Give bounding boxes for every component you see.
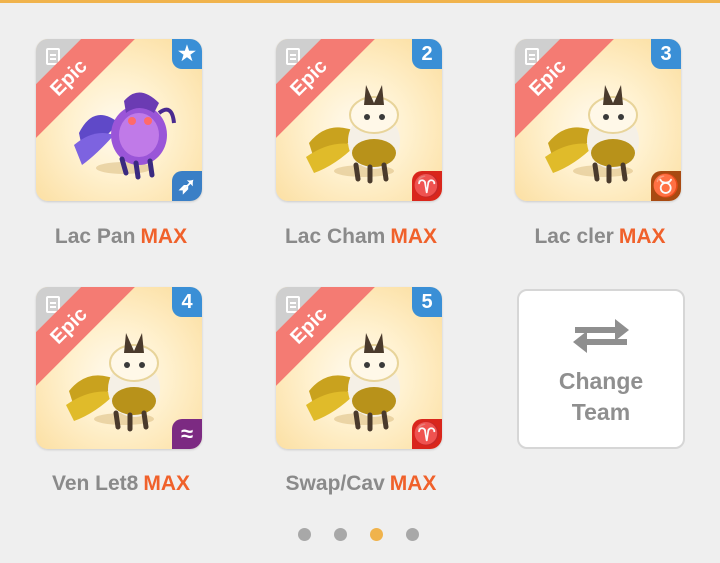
team-slot-card[interactable]: Epic 5 ♈ bbox=[276, 287, 442, 449]
team-slot-card[interactable]: Epic 4 ≈ bbox=[36, 287, 202, 449]
creature-image bbox=[545, 85, 639, 184]
page-dot[interactable] bbox=[334, 528, 347, 541]
slot-number-badge: 5 bbox=[412, 287, 442, 317]
arrow-icon: ➶ bbox=[172, 171, 202, 201]
slot-number-badge: 4 bbox=[172, 287, 202, 317]
page-dot[interactable] bbox=[370, 528, 383, 541]
level-max: MAX bbox=[143, 472, 191, 495]
creature-image bbox=[306, 333, 400, 432]
slot-number-badge: 3 bbox=[651, 39, 681, 69]
creature-image bbox=[74, 92, 176, 180]
aries-icon: ♈ bbox=[412, 171, 442, 201]
card-name-label: Ven Let8 MAX bbox=[11, 472, 231, 496]
team-slot-card[interactable]: Epic 3 ♉ bbox=[515, 39, 681, 201]
top-accent-line bbox=[0, 0, 720, 3]
page-dot[interactable] bbox=[298, 528, 311, 541]
monster-name: Lac Cham bbox=[284, 225, 386, 248]
slot-number-badge: 2 bbox=[412, 39, 442, 69]
monster-name: Ven Let8 bbox=[51, 472, 139, 495]
monster-name: Lac cler bbox=[534, 225, 614, 248]
page-indicator bbox=[298, 528, 428, 542]
monster-name: Swap/Cav bbox=[285, 472, 385, 495]
aquarius-icon: ≈ bbox=[172, 419, 202, 449]
swap-arrows-icon bbox=[573, 319, 629, 353]
aries-icon: ♈ bbox=[412, 419, 442, 449]
level-max: MAX bbox=[389, 472, 437, 495]
card-name-label: Swap/Cav MAX bbox=[251, 472, 471, 496]
team-slot-card[interactable]: Epic ★ ➶ bbox=[36, 39, 202, 201]
creature-image bbox=[66, 333, 160, 432]
creature-image bbox=[306, 85, 400, 184]
taurus-icon: ♉ bbox=[651, 171, 681, 201]
level-max: MAX bbox=[390, 225, 438, 248]
monster-name: Lac Pan bbox=[54, 225, 136, 248]
page-dot[interactable] bbox=[406, 528, 419, 541]
team-slot-card[interactable]: Epic 2 ♈ bbox=[276, 39, 442, 201]
change-team-label: Change Team bbox=[558, 368, 644, 425]
card-name-label: Lac cler MAX bbox=[490, 225, 710, 249]
slot-number-badge: ★ bbox=[172, 39, 202, 69]
card-name-label: Lac Cham MAX bbox=[251, 225, 471, 249]
change-team-button[interactable]: Change Team bbox=[517, 289, 685, 449]
card-name-label: Lac Pan MAX bbox=[11, 225, 231, 249]
level-max: MAX bbox=[618, 225, 666, 248]
level-max: MAX bbox=[140, 225, 188, 248]
